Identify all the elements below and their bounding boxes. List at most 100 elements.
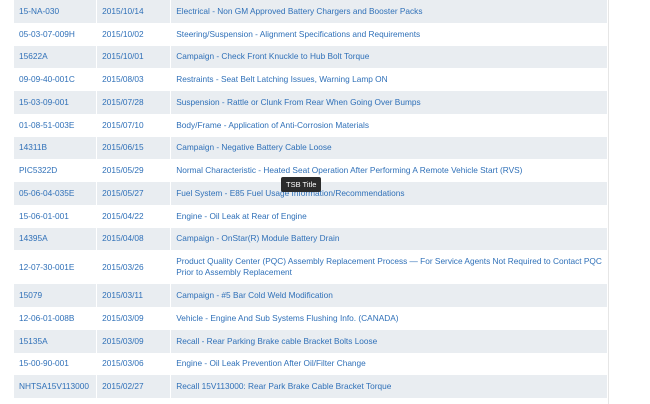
table-row[interactable]: 05-03-07-009H 2015/10/02 Steering/Suspensi…: [14, 22, 608, 46]
tsb-id-link[interactable]: 05-06-04-035E: [19, 188, 74, 198]
tsb-title-link-cell: Recall - Rear Parking Brake cable Bracke…: [170, 329, 608, 353]
table-row[interactable]: 14395A 2015/04/08 Campaign - OnStar(R) Mod…: [14, 227, 608, 251]
table-row[interactable]: 15-06-01-001 2015/04/22 Engine - Oil Leak …: [14, 204, 608, 228]
tsb-title-link[interactable]: Campaign - OnStar(R) Module Battery Drai…: [176, 233, 339, 243]
tsb-title-link[interactable]: Suspension - Rattle or Clunk From Rear W…: [176, 97, 420, 107]
tsb-id-link-cell: PIC5322D: [14, 159, 98, 182]
tsb-id-link-cell: 01-08-51-003E: [14, 113, 98, 137]
tsb-date: 2015/10/01: [102, 51, 144, 62]
tsb-title-link-cell: Product Quality Center (PQC) Assembly Re…: [170, 250, 608, 285]
tsb-title-link[interactable]: Campaign - Negative Battery Cable Loose: [176, 142, 331, 152]
tsb-id-link[interactable]: NHTSA15V113000: [19, 381, 89, 391]
tsb-title-link[interactable]: Body/Frame - Application of Anti-Corrosi…: [176, 120, 369, 130]
table-row[interactable]: 09-09-40-001C 2015/08/03 Restraints - Seat…: [14, 68, 608, 91]
tsb-id-link-cell: 05-03-07-009H: [14, 22, 98, 46]
tsb-date: 2015/10/14: [102, 5, 144, 16]
tsb-title-link[interactable]: Recall - Rear Parking Brake cable Bracke…: [176, 336, 377, 346]
tsb-title-link[interactable]: Restraints - Seat Belt Latching Issues, …: [176, 74, 387, 84]
table-row[interactable]: 15-NA-030 2015/10/14 Electrical - Non GM A…: [14, 0, 608, 23]
tsb-date-cell: 2015/10/01: [96, 45, 172, 69]
tsb-date-cell: 2015/04/08: [96, 227, 172, 251]
tsb-date: 2015/03/26: [102, 261, 144, 272]
tsb-id-link-cell: 09-09-40-001C: [14, 68, 98, 91]
tsb-date: 2015/04/22: [102, 210, 144, 221]
table-row[interactable]: 15-03-09-001 2015/07/28 Suspension - Rattl…: [14, 91, 608, 114]
tsb-id-link[interactable]: 14311B: [19, 142, 47, 152]
tsb-date: 2015/04/08: [102, 233, 144, 244]
tsb-id-link[interactable]: 15135A: [19, 336, 48, 346]
tsb-title-link-cell: Electrical - Non GM Approved Battery Cha…: [170, 0, 608, 23]
tsb-id-link[interactable]: 15622A: [19, 51, 48, 61]
tsb-title-link[interactable]: Normal Characteristic - Heated Seat Oper…: [176, 165, 522, 175]
tsb-id-link-cell: 12-06-01-008B: [14, 307, 98, 330]
tsb-date-cell: 2015/05/27: [96, 182, 172, 205]
tsb-date-cell: 2015/02/27: [96, 375, 172, 398]
tsb-date: 2015/05/27: [102, 187, 144, 198]
tsb-id-link-cell: 15135A: [14, 329, 98, 353]
tsb-title-link[interactable]: Campaign - Check Front Knuckle to Hub Bo…: [176, 51, 369, 61]
tsb-title-link-cell: Recall 15V113000: Rear Park Brake Cable …: [170, 375, 608, 398]
tsb-date: 2015/08/03: [102, 74, 144, 85]
tsb-id-link-cell: 14311B: [14, 136, 98, 160]
tsb-id-link[interactable]: 15-06-01-001: [19, 211, 69, 221]
tsb-title-link[interactable]: Steering/Suspension - Alignment Specific…: [176, 29, 420, 39]
tsb-title-link-cell: Engine - Oil Leak at Rear of Engine: [170, 204, 608, 228]
tsb-title-link-cell: Engine - Oil Leak Prevention After Oil/F…: [170, 352, 608, 376]
tsb-title-link[interactable]: Engine - Oil Leak at Rear of Engine: [176, 211, 307, 221]
table-row[interactable]: NHTSA15V113000 2015/02/27 Recall 15V113000…: [14, 375, 608, 398]
tsb-date-cell: 2015/03/09: [96, 329, 172, 353]
table-row[interactable]: 15-00-90-001 2015/03/06 Engine - Oil Leak …: [14, 352, 608, 376]
tsb-id-link[interactable]: 15-03-09-001: [19, 97, 69, 107]
table-row[interactable]: 12-07-30-001E 2015/03/26 Product Quality C…: [14, 250, 608, 285]
tsb-id-link-cell: 15622A: [14, 45, 98, 69]
tsb-id-link[interactable]: 12-07-30-001E: [19, 262, 74, 272]
tsb-id-link[interactable]: 15-00-90-001: [19, 358, 69, 368]
table-row[interactable]: 15079 2015/03/11 Campaign - #5 Bar Cold We…: [14, 284, 608, 307]
tsb-title-link[interactable]: Product Quality Center (PQC) Assembly Re…: [176, 256, 602, 277]
tsb-id-link[interactable]: 15-NA-030: [19, 6, 59, 16]
tsb-title-link-cell: Campaign - Negative Battery Cable Loose: [170, 136, 608, 160]
tsb-id-link-cell: 15-NA-030: [14, 0, 98, 23]
tsb-date-cell: 2015/07/10: [96, 113, 172, 137]
tsb-title-link-cell: Fuel System - E85 Fuel Usage Information…: [170, 182, 608, 205]
tsb-title-link-cell: Suspension - Rattle or Clunk From Rear W…: [170, 91, 608, 114]
tsb-date-cell: 2015/04/22: [96, 204, 172, 228]
scroll-edge: [608, 0, 609, 404]
tsb-title-link-cell: Campaign - Check Front Knuckle to Hub Bo…: [170, 45, 608, 69]
tsb-title-link[interactable]: Vehicle - Engine And Sub Systems Flushin…: [176, 313, 398, 323]
tsb-date-cell: 2015/03/09: [96, 307, 172, 330]
tsb-date-cell: 2015/08/03: [96, 68, 172, 91]
tsb-title-link-cell: Steering/Suspension - Alignment Specific…: [170, 22, 608, 46]
tsb-id-link-cell: 15-06-01-001: [14, 204, 98, 228]
tsb-title-link[interactable]: Campaign - #5 Bar Cold Weld Modification: [176, 290, 333, 300]
tsb-date: 2015/06/15: [102, 142, 144, 153]
tsb-title-link-cell: Campaign - OnStar(R) Module Battery Drai…: [170, 227, 608, 251]
tsb-table: 15-NA-030 2015/10/14 Electrical - Non GM A…: [14, 0, 609, 398]
tsb-id-link[interactable]: 15079: [19, 290, 42, 300]
tsb-date: 2015/07/10: [102, 119, 144, 130]
tsb-id-link[interactable]: 14395A: [19, 233, 48, 243]
tsb-title-link[interactable]: Engine - Oil Leak Prevention After Oil/F…: [176, 358, 366, 368]
tsb-id-link[interactable]: 12-06-01-008B: [19, 313, 74, 323]
tsb-id-link-cell: 15-00-90-001: [14, 352, 98, 376]
tsb-date: 2015/10/02: [102, 28, 144, 39]
table-row[interactable]: 14311B 2015/06/15 Campaign - Negative Batt…: [14, 136, 608, 160]
tsb-id-link[interactable]: PIC5322D: [19, 165, 57, 175]
table-row[interactable]: 12-06-01-008B 2015/03/09 Vehicle - Engine …: [14, 307, 608, 330]
tsb-title-link[interactable]: Recall 15V113000: Rear Park Brake Cable …: [176, 381, 391, 391]
tsb-title-link[interactable]: Electrical - Non GM Approved Battery Cha…: [176, 6, 422, 16]
tsb-date: 2015/03/06: [102, 358, 144, 369]
tsb-title-link-cell: Normal Characteristic - Heated Seat Oper…: [170, 159, 608, 182]
table-row[interactable]: 15622A 2015/10/01 Campaign - Check Front K…: [14, 45, 608, 69]
tsb-date: 2015/03/11: [102, 290, 144, 301]
tsb-id-link[interactable]: 01-08-51-003E: [19, 120, 74, 130]
tsb-title-link-cell: Body/Frame - Application of Anti-Corrosi…: [170, 113, 608, 137]
tsb-id-link-cell: NHTSA15V113000: [14, 375, 98, 398]
table-row[interactable]: 01-08-51-003E 2015/07/10 Body/Frame - Appl…: [14, 113, 608, 137]
tsb-id-link[interactable]: 09-09-40-001C: [19, 74, 75, 84]
tsb-title-link-cell: Vehicle - Engine And Sub Systems Flushin…: [170, 307, 608, 330]
tsb-id-link[interactable]: 05-03-07-009H: [19, 29, 75, 39]
tsb-table-body: 15-NA-030 2015/10/14 Electrical - Non GM A…: [14, 0, 608, 398]
table-row[interactable]: 15135A 2015/03/09 Recall - Rear Parking Br…: [14, 329, 608, 353]
tsb-title-link-cell: Restraints - Seat Belt Latching Issues, …: [170, 68, 608, 91]
